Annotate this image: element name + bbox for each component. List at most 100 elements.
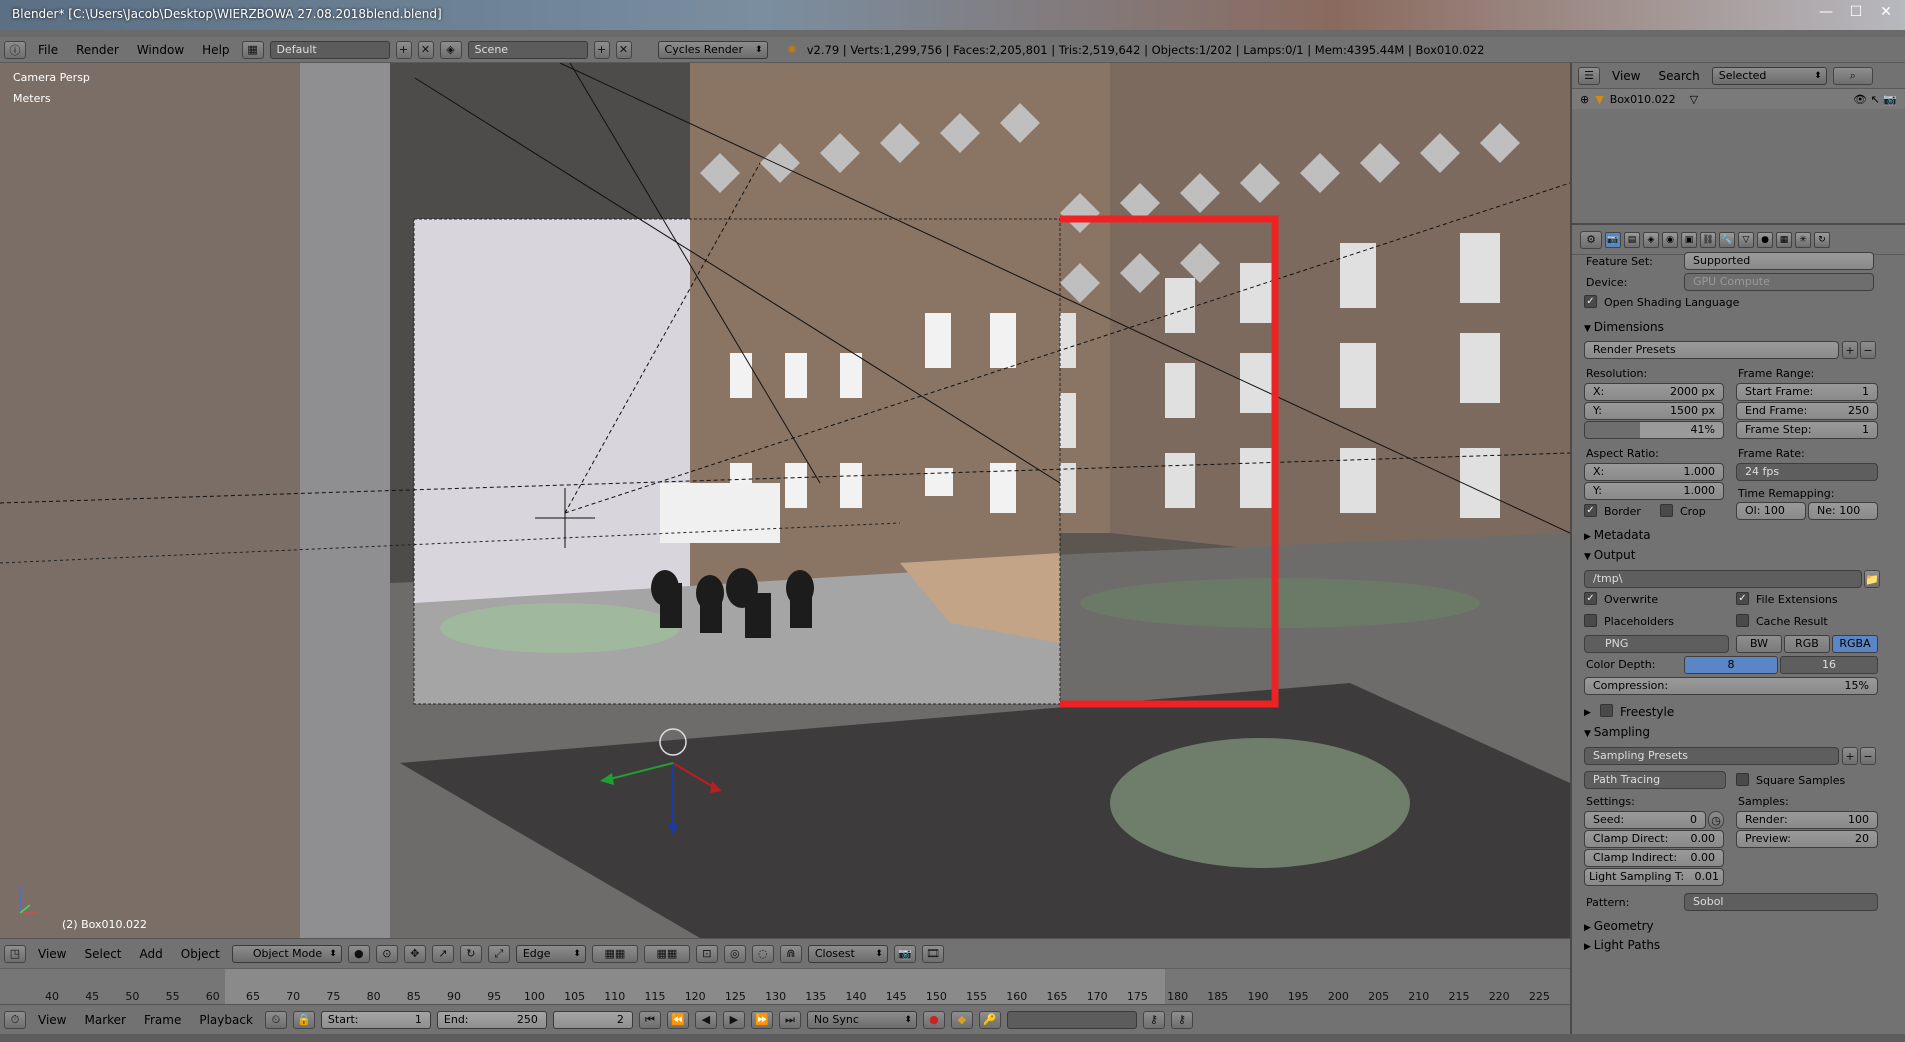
add-scene-icon[interactable]: + bbox=[593, 40, 610, 59]
tl-menu-marker[interactable]: Marker bbox=[78, 1013, 131, 1027]
opengl-render-icon[interactable]: 📷 bbox=[893, 944, 916, 963]
clamp-indirect-field[interactable]: Clamp Indirect: 0.00 bbox=[1584, 849, 1724, 867]
snap-element-dropdown[interactable]: Edge bbox=[515, 944, 586, 963]
outliner-editor-icon[interactable]: ☰ bbox=[1578, 66, 1600, 85]
proportional-icon[interactable]: ◌ bbox=[751, 944, 774, 963]
remove-layout-icon[interactable]: ✕ bbox=[417, 40, 434, 59]
clamp-direct-field[interactable]: Clamp Direct: 0.00 bbox=[1584, 830, 1724, 848]
3d-viewport[interactable]: Camera Persp Meters (2) Box010.022 bbox=[0, 63, 1570, 938]
sampling-presets-dropdown[interactable]: Sampling Presets bbox=[1584, 747, 1839, 765]
insert-key-icon[interactable]: ⚷ bbox=[1142, 1010, 1165, 1029]
freestyle-section[interactable] bbox=[1584, 704, 1591, 718]
render-engine-dropdown[interactable]: Cycles Render bbox=[657, 40, 768, 59]
tl-menu-frame[interactable]: Frame bbox=[138, 1013, 187, 1027]
info-editor-icon[interactable]: ⓘ bbox=[4, 40, 26, 59]
seed-field[interactable]: Seed: 0 bbox=[1584, 811, 1706, 829]
lock-camera-icon[interactable]: ⊡ bbox=[695, 944, 718, 963]
aspect-y-field[interactable]: Y: 1.000 bbox=[1584, 482, 1724, 500]
output-section[interactable]: Output bbox=[1584, 548, 1636, 562]
layers-grid-icon[interactable]: ▦▦ bbox=[591, 944, 638, 963]
next-key-icon[interactable]: ⏩ bbox=[750, 1010, 773, 1029]
mode-dropdown[interactable]: Object Mode bbox=[231, 944, 342, 963]
tl-menu-playback[interactable]: Playback bbox=[193, 1013, 259, 1027]
render-presets-dropdown[interactable]: Render Presets bbox=[1584, 341, 1839, 359]
crop-checkbox[interactable] bbox=[1660, 504, 1673, 517]
depth-16-button[interactable]: 16 bbox=[1780, 656, 1878, 674]
border-checkbox[interactable]: ✓ bbox=[1584, 504, 1597, 517]
delete-key-icon[interactable]: ⚷ bbox=[1170, 1010, 1193, 1029]
vp-menu-select[interactable]: Select bbox=[78, 947, 127, 961]
layers-grid-2-icon[interactable]: ▦▦ bbox=[643, 944, 690, 963]
fps-dropdown[interactable]: 24 fps bbox=[1736, 463, 1878, 481]
render-layers-tab-icon[interactable]: ▤ bbox=[1624, 231, 1640, 248]
expand-icon[interactable]: ⊕ bbox=[1580, 93, 1589, 106]
sampling-section[interactable]: Sampling bbox=[1584, 725, 1650, 739]
shading-icon[interactable]: ● bbox=[347, 944, 370, 963]
bw-button[interactable]: BW bbox=[1736, 635, 1782, 653]
render-samples-field[interactable]: Render: 100 bbox=[1736, 811, 1878, 829]
keying-set-icon[interactable]: ◆ bbox=[950, 1010, 973, 1029]
time-new-field[interactable]: Ne: 100 bbox=[1808, 502, 1878, 520]
constraints-tab-icon[interactable]: ⛓ bbox=[1700, 231, 1716, 248]
rgb-button[interactable]: RGB bbox=[1784, 635, 1830, 653]
menu-window[interactable]: Window bbox=[131, 43, 190, 57]
add-layout-icon[interactable]: + bbox=[395, 40, 412, 59]
freestyle-checkbox[interactable] bbox=[1600, 704, 1613, 717]
integrator-dropdown[interactable]: Path Tracing bbox=[1584, 771, 1726, 789]
preview-samples-field[interactable]: Preview: 20 bbox=[1736, 830, 1878, 848]
add-preset-icon[interactable]: + bbox=[1842, 341, 1858, 359]
device-dropdown[interactable]: GPU Compute bbox=[1684, 273, 1874, 291]
particles-tab-icon[interactable]: ✳ bbox=[1795, 231, 1811, 248]
animated-seed-icon[interactable]: ◷ bbox=[1708, 811, 1724, 829]
light-sampling-field[interactable]: Light Sampling T: 0.01 bbox=[1584, 868, 1724, 886]
res-y-field[interactable]: Y: 1500 px bbox=[1584, 402, 1724, 420]
keying-set-field[interactable] bbox=[1006, 1010, 1137, 1029]
outliner-search-icon[interactable]: ⌕ bbox=[1832, 66, 1873, 85]
remove-preset-icon[interactable]: − bbox=[1860, 341, 1876, 359]
current-frame-field[interactable]: 2 bbox=[552, 1010, 633, 1029]
keyframe-icon[interactable]: 🔑 bbox=[978, 1010, 1001, 1029]
light-paths-section[interactable]: Light Paths bbox=[1584, 938, 1660, 952]
vp-menu-object[interactable]: Object bbox=[175, 947, 226, 961]
timeline-ruler[interactable]: 40 45 50 55 60 65 70 75 80 85 90 95 100 105 110 115 120 1… bbox=[0, 968, 1570, 1005]
play-reverse-icon[interactable]: ◀ bbox=[694, 1010, 717, 1029]
square-samples-checkbox[interactable] bbox=[1736, 773, 1749, 786]
pattern-dropdown[interactable]: Sobol bbox=[1684, 893, 1878, 911]
visibility-icons[interactable]: 👁 ↖ 📷 bbox=[1853, 93, 1905, 106]
aspect-x-field[interactable]: X: 1.000 bbox=[1584, 463, 1724, 481]
scene-icon[interactable]: ◈ bbox=[439, 40, 462, 59]
props-editor-icon[interactable]: ⚙ bbox=[1580, 230, 1602, 249]
record-icon[interactable]: ● bbox=[922, 1010, 945, 1029]
end-frame-prop[interactable]: End Frame: 250 bbox=[1736, 402, 1878, 420]
jump-end-icon[interactable]: ⏭ bbox=[778, 1010, 801, 1029]
editor-type-icon[interactable]: ◳ bbox=[4, 944, 26, 963]
manipulator-icon[interactable]: ✥ bbox=[403, 944, 426, 963]
world-tab-icon[interactable]: ◉ bbox=[1662, 231, 1678, 248]
sync-dropdown[interactable]: No Sync bbox=[806, 1010, 917, 1029]
compression-slider[interactable]: Compression: 15% bbox=[1584, 677, 1878, 695]
time-old-field[interactable]: Ol: 100 bbox=[1736, 502, 1806, 520]
res-percentage-slider[interactable]: 41% bbox=[1584, 421, 1724, 439]
placeholders-checkbox[interactable] bbox=[1584, 614, 1597, 627]
render-tab-icon[interactable]: 📷 bbox=[1605, 231, 1621, 248]
end-frame-field[interactable]: End: 250 bbox=[436, 1010, 547, 1029]
maximize-button[interactable]: ☐ bbox=[1842, 2, 1870, 22]
minimize-button[interactable]: — bbox=[1812, 2, 1840, 22]
render-preview-icon[interactable]: ◎ bbox=[723, 944, 746, 963]
menu-help[interactable]: Help bbox=[196, 43, 235, 57]
scale-icon[interactable]: ⤢ bbox=[487, 944, 510, 963]
layout-grid-icon[interactable]: ▦ bbox=[241, 40, 264, 59]
data-tab-icon[interactable]: ▽ bbox=[1738, 231, 1754, 248]
scene-tab-icon[interactable]: ◈ bbox=[1643, 231, 1659, 248]
material-tab-icon[interactable]: ● bbox=[1757, 231, 1773, 248]
res-x-field[interactable]: X: 2000 px bbox=[1584, 383, 1724, 401]
depth-8-button[interactable]: 8 bbox=[1684, 656, 1778, 674]
vp-menu-add[interactable]: Add bbox=[134, 947, 169, 961]
opengl-anim-icon[interactable]: 🎞 bbox=[921, 944, 944, 963]
menu-render[interactable]: Render bbox=[70, 43, 125, 57]
remove-sampling-preset-icon[interactable]: − bbox=[1860, 747, 1876, 765]
texture-tab-icon[interactable]: ▦ bbox=[1776, 231, 1792, 248]
modifiers-tab-icon[interactable]: 🔧 bbox=[1719, 231, 1735, 248]
overwrite-checkbox[interactable]: ✓ bbox=[1584, 592, 1597, 605]
geometry-section[interactable]: Geometry bbox=[1584, 919, 1654, 933]
